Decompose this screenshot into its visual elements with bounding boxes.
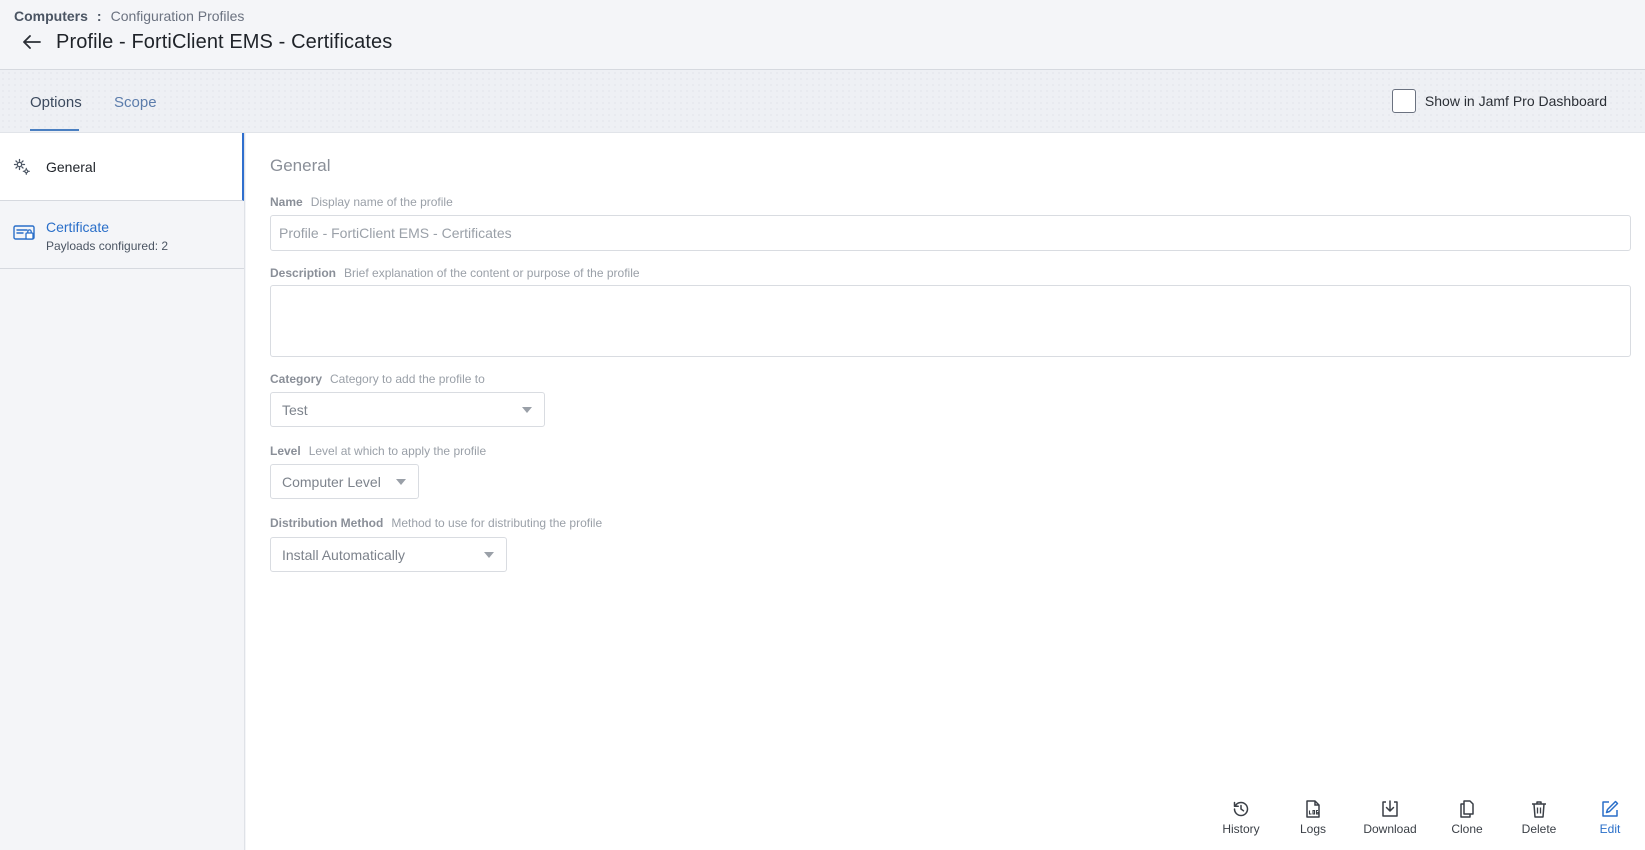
- category-value: Test: [282, 401, 308, 418]
- edit-button[interactable]: Edit: [1575, 799, 1645, 836]
- name-field[interactable]: [270, 215, 1631, 251]
- breadcrumb: Computers : Configuration Profiles: [14, 8, 244, 24]
- category-label: Category: [270, 372, 323, 386]
- description-hint: Brief explanation of the content or purp…: [344, 266, 640, 280]
- tab-options[interactable]: Options: [30, 94, 82, 111]
- download-button[interactable]: Download: [1349, 799, 1431, 836]
- sidebar-item-general[interactable]: General: [0, 133, 244, 201]
- category-field-label: Category Category to add the profile to: [270, 372, 485, 386]
- description-field[interactable]: [270, 285, 1631, 357]
- distribution-hint: Method to use for distributing the profi…: [391, 516, 603, 530]
- active-tab-indicator: [30, 129, 79, 131]
- sidebar-item-label: General: [46, 159, 96, 175]
- page-title: Profile - FortiClient EMS - Certificates: [56, 30, 393, 53]
- tab-bar: Options Scope Show in Jamf Pro Dashboard: [0, 70, 1645, 133]
- chevron-down-icon: [396, 479, 406, 485]
- description-field-label: Description Brief explanation of the cont…: [270, 266, 640, 280]
- distribution-method-select[interactable]: Install Automatically: [270, 537, 507, 572]
- chevron-down-icon: [522, 407, 532, 413]
- trash-icon: [1532, 801, 1546, 818]
- sidebar-item-certificate[interactable]: Certificate Payloads configured: 2: [0, 201, 244, 269]
- distribution-field-label: Distribution Method Method to use for dis…: [270, 516, 602, 530]
- clone-label: Clone: [1451, 822, 1483, 836]
- delete-button[interactable]: Delete: [1503, 799, 1575, 836]
- description-label: Description: [270, 266, 337, 280]
- show-in-dashboard-checkbox[interactable]: [1391, 89, 1416, 113]
- show-in-dashboard-label: Show in Jamf Pro Dashboard: [1424, 93, 1607, 109]
- breadcrumb-computers[interactable]: Computers: [14, 8, 88, 24]
- breadcrumb-configuration-profiles[interactable]: Configuration Profiles: [111, 8, 245, 24]
- history-button[interactable]: History: [1205, 799, 1277, 836]
- show-in-dashboard-toggle[interactable]: Show in Jamf Pro Dashboard: [1391, 89, 1607, 113]
- sidebar-item-label: Certificate: [46, 219, 110, 235]
- chevron-down-icon: [484, 552, 494, 558]
- action-toolbar: History Logs Download Clone Delete Edit: [1205, 799, 1645, 836]
- logs-button[interactable]: Logs: [1277, 799, 1349, 836]
- distribution-value: Install Automatically: [282, 546, 405, 563]
- clone-button[interactable]: Clone: [1431, 799, 1503, 836]
- history-icon: [1233, 801, 1249, 817]
- edit-label: Edit: [1599, 822, 1621, 836]
- level-select[interactable]: Computer Level: [270, 464, 419, 499]
- general-payload-panel: General Name Display name of the profile …: [246, 133, 1645, 850]
- gear-icon: [13, 158, 31, 181]
- tab-scope[interactable]: Scope: [114, 94, 157, 111]
- logs-icon: [1306, 800, 1320, 818]
- section-title: General: [270, 156, 331, 175]
- page-header: Computers : Configuration Profiles Profi…: [0, 0, 1645, 70]
- payload-sidebar: General Certificate Payloads configured:…: [0, 133, 245, 850]
- breadcrumb-separator: :: [96, 8, 102, 24]
- distribution-label: Distribution Method: [270, 516, 384, 530]
- name-label: Name: [270, 195, 303, 209]
- category-hint: Category to add the profile to: [330, 372, 485, 386]
- level-label: Level: [270, 444, 301, 458]
- name-hint: Display name of the profile: [310, 195, 453, 209]
- download-label: Download: [1363, 822, 1417, 836]
- edit-icon: [1602, 800, 1619, 817]
- category-select[interactable]: Test: [270, 392, 545, 427]
- logs-label: Logs: [1299, 822, 1327, 836]
- name-field-label: Name Display name of the profile: [270, 195, 453, 209]
- level-hint: Level at which to apply the profile: [308, 444, 487, 458]
- clone-icon: [1460, 800, 1474, 818]
- level-value: Computer Level: [282, 473, 381, 490]
- payloads-configured-count: Payloads configured: 2: [46, 239, 169, 253]
- download-icon: [1382, 800, 1398, 817]
- certificate-icon: [13, 224, 35, 247]
- history-label: History: [1222, 822, 1260, 836]
- back-arrow-icon[interactable]: [20, 30, 44, 54]
- level-field-label: Level Level at which to apply the profile: [270, 444, 486, 458]
- delete-label: Delete: [1521, 822, 1557, 836]
